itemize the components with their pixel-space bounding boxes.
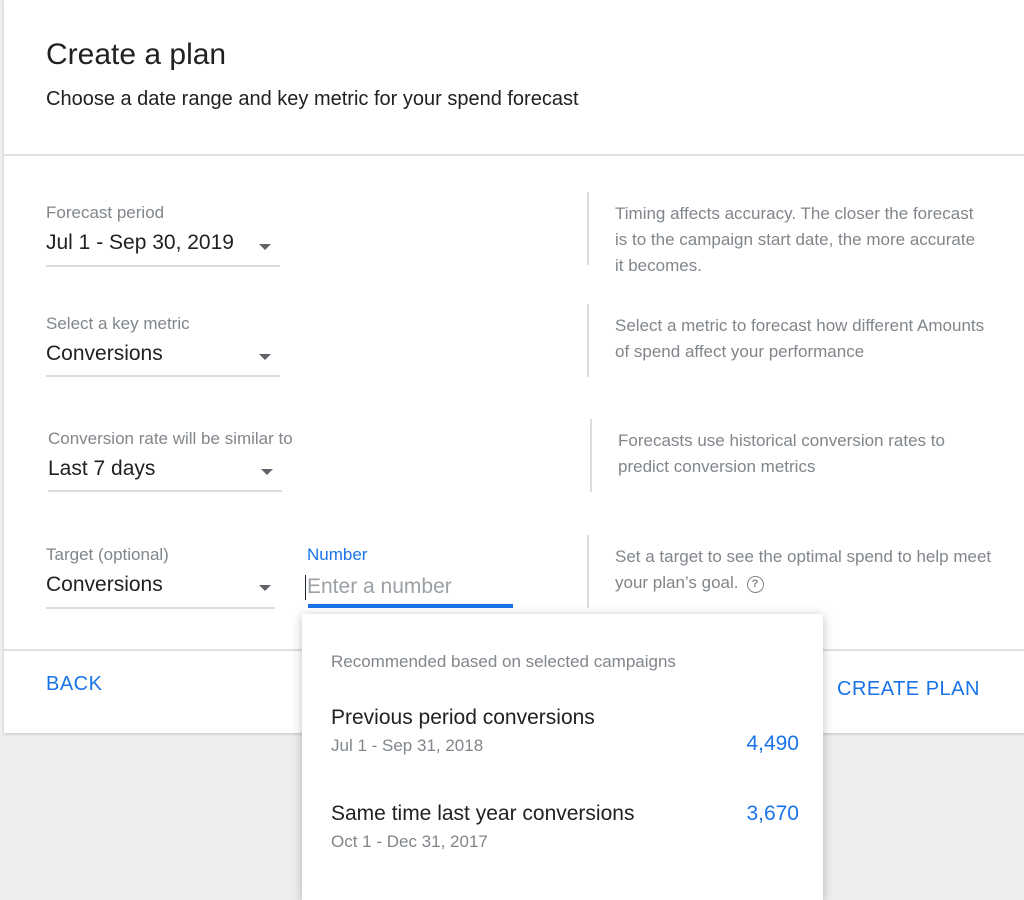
- suggestion-title: Previous period conversions: [331, 706, 595, 729]
- suggestion-date-range: Oct 1 - Dec 31, 2017: [331, 832, 488, 851]
- conversion-rate-value: Last 7 days: [48, 457, 156, 480]
- number-input-underline: [308, 604, 513, 608]
- help-circle-icon[interactable]: ?: [746, 576, 764, 593]
- text-cursor: [305, 575, 306, 600]
- key-metric-help: Select a metric to forecast how differen…: [615, 316, 985, 361]
- suggestion-date-range: Jul 1 - Sep 31, 2018: [331, 736, 484, 755]
- target-label: Target (optional): [46, 545, 169, 564]
- chevron-down-icon: [259, 354, 271, 360]
- dialog-subtitle: Choose a date range and key metric for y…: [46, 88, 579, 110]
- forecast-period-label: Forecast period: [46, 203, 165, 222]
- dropdown-header: Recommended based on selected campaigns: [331, 652, 676, 671]
- chevron-down-icon: [259, 585, 271, 591]
- target-help-text: Set a target to see the optimal spend to…: [615, 547, 992, 592]
- forecast-period-help: Timing affects accuracy. The closer the …: [615, 204, 976, 275]
- help-divider: [587, 535, 589, 608]
- number-input[interactable]: [305, 573, 513, 601]
- chevron-down-icon: [261, 469, 273, 475]
- forecast-period-value: Jul 1 - Sep 30, 2019: [46, 231, 234, 254]
- chevron-down-icon: [259, 244, 271, 250]
- number-label: Number: [307, 545, 368, 564]
- forecast-period-underline: [46, 265, 280, 267]
- dialog-title: Create a plan: [46, 38, 227, 71]
- help-divider: [587, 304, 589, 377]
- suggestion-value: 3,670: [746, 802, 799, 825]
- conversion-rate-underline: [48, 490, 282, 492]
- key-metric-label: Select a key metric: [46, 314, 190, 333]
- target-select[interactable]: Target (optional) Conversions: [46, 545, 275, 609]
- key-metric-value: Conversions: [46, 342, 163, 365]
- key-metric-underline: [46, 375, 280, 377]
- help-divider: [590, 419, 592, 492]
- conversion-rate-help: Forecasts use historical conversion rate…: [618, 431, 945, 476]
- suggestion-title: Same time last year conversions: [331, 802, 635, 825]
- key-metric-select[interactable]: Select a key metric Conversions: [46, 314, 280, 378]
- conversion-rate-select[interactable]: Conversion rate will be similar to Last …: [48, 429, 293, 493]
- create-plan-button[interactable]: CREATE PLAN: [837, 678, 980, 701]
- target-underline: [46, 607, 275, 609]
- suggestion-value: 4,490: [746, 732, 799, 755]
- back-button[interactable]: BACK: [46, 673, 102, 696]
- number-suggestions-dropdown: Recommended based on selected campaigns …: [302, 614, 823, 900]
- suggestion-item-same-time-last-year[interactable]: Same time last year conversions Oct 1 - …: [302, 802, 823, 872]
- help-divider: [587, 192, 589, 265]
- target-help: Set a target to see the optimal spend to…: [615, 544, 995, 596]
- suggestion-item-previous-period[interactable]: Previous period conversions Jul 1 - Sep …: [302, 706, 823, 776]
- target-value: Conversions: [46, 573, 163, 596]
- conversion-rate-label: Conversion rate will be similar to: [48, 429, 293, 448]
- forecast-period-select[interactable]: Forecast period Jul 1 - Sep 30, 2019: [46, 203, 280, 267]
- dialog-header: Create a plan Choose a date range and ke…: [4, 0, 1024, 156]
